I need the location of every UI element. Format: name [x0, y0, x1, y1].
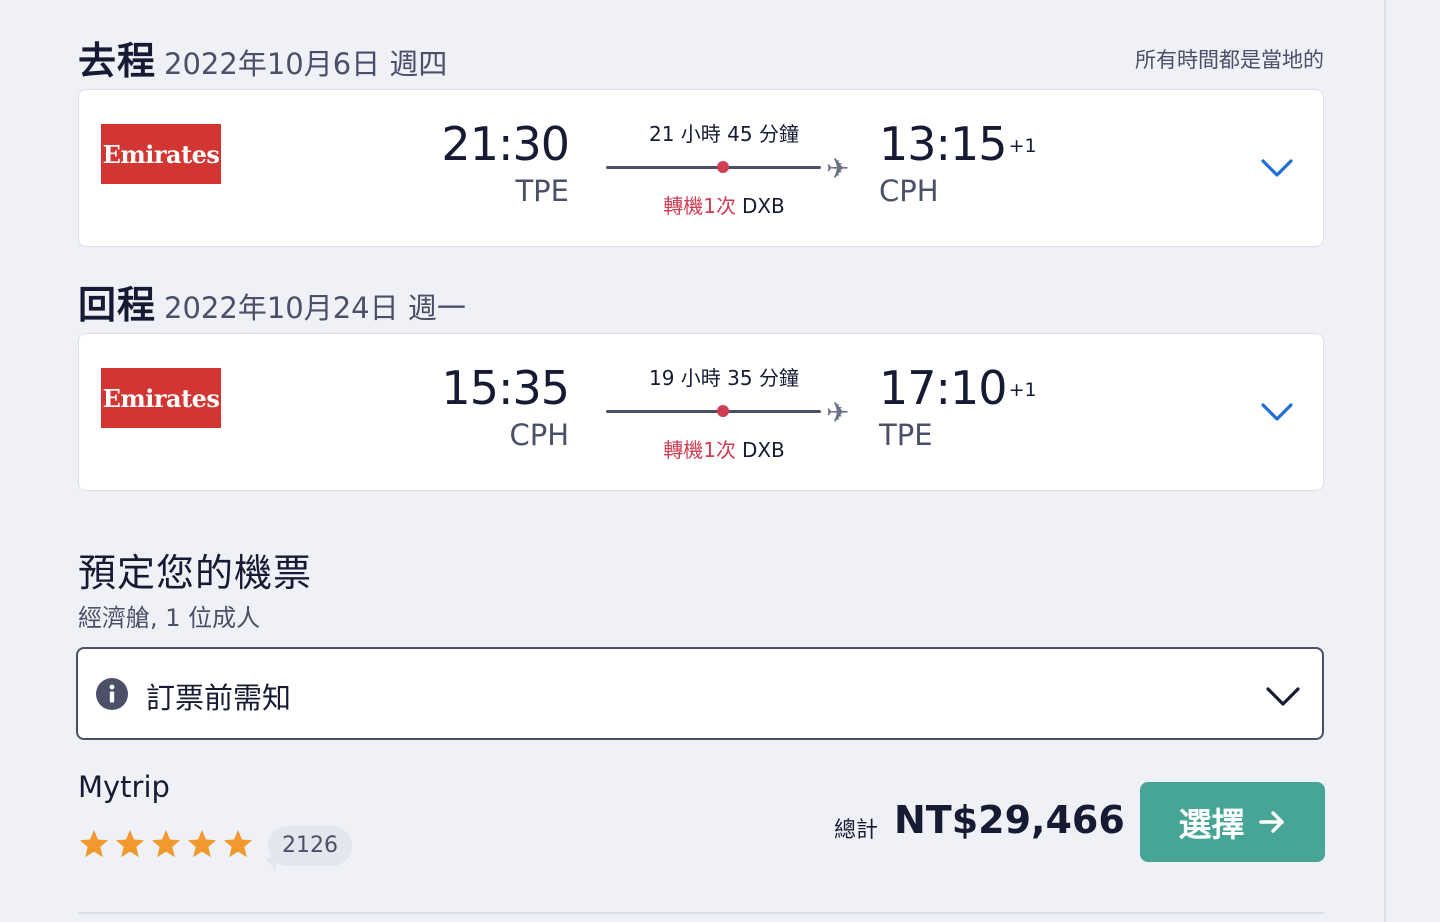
arrival-block: 17:10 +1 TPE [879, 360, 1039, 454]
stop-dot [717, 161, 729, 173]
notice-label: 訂票前需知 [146, 681, 292, 715]
outbound-header: 去程 2022年10月6日 週四 [78, 30, 447, 85]
stops-info: 轉機1次 DXB [606, 190, 842, 219]
arrival-time-row: 17:10 +1 [879, 360, 1039, 416]
section-divider [78, 912, 1324, 914]
stop-dot [717, 405, 729, 417]
arrival-airport: TPE [879, 418, 933, 452]
departure-airport: CPH [509, 418, 569, 452]
stop-airport: DXB [741, 438, 785, 462]
flight-duration: 21 小時 45 分鐘 [649, 122, 799, 146]
info-icon [96, 678, 128, 710]
stops-info: 轉機1次 DXB [606, 434, 842, 463]
star-icon [223, 830, 253, 858]
day-offset: +1 [1008, 379, 1037, 401]
return-label: 回程 [78, 283, 157, 327]
chevron-down-icon[interactable] [1259, 150, 1295, 186]
arrival-time: 17:10 [879, 361, 1008, 415]
star-icon [79, 830, 109, 858]
page-right-divider [1384, 0, 1386, 922]
star-icon [151, 830, 181, 858]
airline-logo: Emirates [101, 368, 221, 428]
total-label: 總計 [834, 818, 879, 843]
arrival-time: 13:15 [879, 117, 1008, 171]
chevron-down-icon[interactable] [1259, 394, 1295, 430]
route-line [606, 166, 821, 169]
departure-time: 15:35 [441, 361, 570, 415]
timezone-note: 所有時間都是當地的 [1135, 48, 1324, 72]
arrival-time-row: 13:15 +1 [879, 116, 1039, 172]
stops-count: 轉機1次 [663, 194, 736, 218]
arrival-airport: CPH [879, 174, 939, 208]
arrow-right-icon [1258, 811, 1284, 833]
total-price: NT$29,466 [894, 798, 1125, 842]
booking-title: 預定您的機票 [78, 551, 313, 595]
provider-name: Mytrip [78, 770, 170, 804]
route-line [606, 410, 821, 413]
airline-logo: Emirates [101, 124, 221, 184]
outbound-label: 去程 [78, 39, 157, 83]
plane-icon: ✈ [826, 396, 850, 429]
review-count-badge[interactable]: 2126 [266, 826, 352, 872]
flight-route: 21 小時 45 分鐘 ✈ 轉機1次 DXB [606, 118, 866, 218]
outbound-date: 2022年10月6日 週四 [164, 47, 448, 81]
booking-notice-accordion[interactable]: 訂票前需知 [76, 647, 1324, 740]
stop-airport: DXB [741, 194, 785, 218]
chevron-down-icon[interactable] [1264, 677, 1302, 715]
departure-airport: TPE [515, 174, 569, 208]
return-flight-card[interactable]: Emirates 15:35 CPH 19 小時 35 分鐘 ✈ 轉機1次 DXB… [78, 333, 1324, 491]
day-offset: +1 [1008, 135, 1037, 157]
arrival-block: 13:15 +1 CPH [879, 116, 1039, 210]
select-button-label: 選擇 [1178, 805, 1245, 844]
outbound-flight-card[interactable]: Emirates 21:30 TPE 21 小時 45 分鐘 ✈ 轉機1次 DXB… [78, 89, 1324, 247]
star-icon [187, 830, 217, 858]
return-header: 回程 2022年10月24日 週一 [78, 274, 466, 329]
departure-block: 21:30 TPE [409, 116, 570, 210]
departure-block: 15:35 CPH [409, 360, 570, 454]
flight-route: 19 小時 35 分鐘 ✈ 轉機1次 DXB [606, 362, 866, 462]
flight-duration: 19 小時 35 分鐘 [649, 366, 799, 390]
star-icon [115, 830, 145, 858]
select-button[interactable]: 選擇 [1140, 782, 1325, 862]
plane-icon: ✈ [826, 152, 850, 185]
departure-time: 21:30 [441, 117, 570, 171]
return-date: 2022年10月24日 週一 [164, 291, 466, 325]
booking-subtitle: 經濟艙, 1 位成人 [78, 604, 261, 632]
stops-count: 轉機1次 [663, 438, 736, 462]
rating-stars [78, 828, 254, 860]
